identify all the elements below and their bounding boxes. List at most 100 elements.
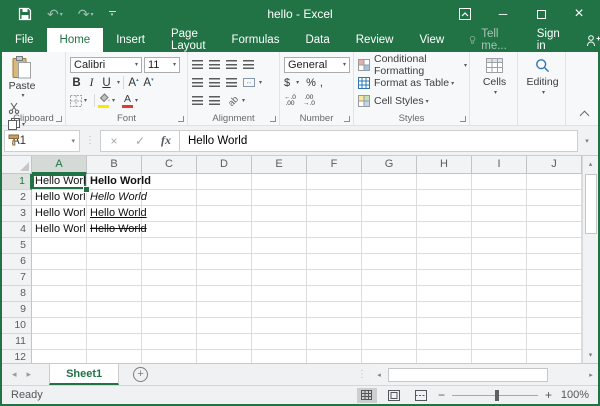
cell-E5[interactable] (252, 238, 307, 254)
increase-indent-button[interactable] (209, 96, 220, 105)
middle-align-button[interactable] (209, 60, 220, 69)
cell-B11[interactable] (87, 334, 142, 350)
save-icon[interactable] (18, 7, 32, 21)
cell-J6[interactable] (527, 254, 582, 270)
cell-C7[interactable] (142, 270, 197, 286)
cell-B12[interactable] (87, 350, 142, 363)
cell-E11[interactable] (252, 334, 307, 350)
cell-G10[interactable] (362, 318, 417, 334)
cell-D1[interactable] (197, 174, 252, 190)
customize-qat-button[interactable]: ▾ (109, 11, 116, 17)
cell-C2[interactable] (142, 190, 197, 206)
cell-D6[interactable] (197, 254, 252, 270)
cell-C3[interactable] (142, 206, 197, 222)
cell-C4[interactable] (142, 222, 197, 238)
cell-F5[interactable] (307, 238, 362, 254)
cell-J3[interactable] (527, 206, 582, 222)
cell-I12[interactable] (472, 350, 527, 363)
cell-J4[interactable] (527, 222, 582, 238)
increase-decimal-button[interactable]: ←.0.00 (284, 95, 296, 107)
row-header-2[interactable]: 2 (2, 190, 32, 206)
cell-G7[interactable] (362, 270, 417, 286)
expand-formula-bar-chevron[interactable]: ▾ (578, 137, 596, 145)
alignment-dialog-launcher[interactable] (270, 116, 276, 122)
column-header-I[interactable]: I (472, 156, 527, 174)
column-header-H[interactable]: H (417, 156, 472, 174)
cell-F7[interactable] (307, 270, 362, 286)
tab-page-layout[interactable]: Page Layout (158, 28, 219, 52)
cell-E3[interactable] (252, 206, 307, 222)
minimize-button[interactable]: ─ (484, 0, 522, 28)
cell-H3[interactable] (417, 206, 472, 222)
cell-I6[interactable] (472, 254, 527, 270)
cell-B8[interactable] (87, 286, 142, 302)
cell-F10[interactable] (307, 318, 362, 334)
cell-J12[interactable] (527, 350, 582, 363)
cell-G3[interactable] (362, 206, 417, 222)
cell-A4[interactable]: Hello World (32, 222, 87, 238)
cell-H10[interactable] (417, 318, 472, 334)
select-all-corner[interactable] (2, 156, 32, 174)
cell-F3[interactable] (307, 206, 362, 222)
row-header-9[interactable]: 9 (2, 302, 32, 318)
enter-button[interactable]: ✓ (127, 134, 153, 148)
merge-center-button[interactable]: ↔ (243, 78, 255, 87)
zoom-out-button[interactable]: − (438, 388, 445, 402)
cell-E6[interactable] (252, 254, 307, 270)
row-header-4[interactable]: 4 (2, 222, 32, 238)
undo-button[interactable]: ↶▾ (47, 7, 63, 21)
cell-F11[interactable] (307, 334, 362, 350)
cell-I5[interactable] (472, 238, 527, 254)
decrease-indent-button[interactable] (192, 96, 203, 105)
cell-B9[interactable] (87, 302, 142, 318)
cell-E9[interactable] (252, 302, 307, 318)
shrink-font-button[interactable]: A▾ (142, 77, 155, 89)
cell-C1[interactable] (142, 174, 197, 190)
cell-G9[interactable] (362, 302, 417, 318)
cell-H8[interactable] (417, 286, 472, 302)
row-header-12[interactable]: 12 (2, 350, 32, 363)
cell-E8[interactable] (252, 286, 307, 302)
editing-button[interactable]: Editing ▾ (522, 56, 563, 96)
cell-A9[interactable] (32, 302, 87, 318)
wrap-text-button[interactable] (243, 60, 254, 69)
normal-view-button[interactable] (357, 388, 377, 403)
cell-G2[interactable] (362, 190, 417, 206)
ribbon-display-options-icon[interactable] (446, 0, 484, 28)
format-painter-button[interactable] (8, 133, 32, 147)
bottom-align-button[interactable] (226, 60, 237, 69)
column-header-C[interactable]: C (142, 156, 197, 174)
merge-center-dropdown[interactable]: ▾ (259, 79, 262, 86)
collapse-ribbon-chevron[interactable] (580, 111, 590, 121)
italic-button[interactable]: I (85, 77, 98, 89)
cell-F2[interactable] (307, 190, 362, 206)
cell-D9[interactable] (197, 302, 252, 318)
cell-I2[interactable] (472, 190, 527, 206)
fill-color-button[interactable] (98, 93, 110, 108)
scroll-left-arrow[interactable]: ◂ (372, 367, 386, 383)
cell-C8[interactable] (142, 286, 197, 302)
tab-review[interactable]: Review (343, 28, 407, 52)
font-size-combo[interactable]: 11▾ (144, 57, 180, 73)
row-header-7[interactable]: 7 (2, 270, 32, 286)
zoom-slider-thumb[interactable] (495, 390, 499, 401)
cell-H9[interactable] (417, 302, 472, 318)
redo-button[interactable]: ↷▾ (78, 7, 94, 21)
cell-G8[interactable] (362, 286, 417, 302)
cell-B7[interactable] (87, 270, 142, 286)
column-header-A[interactable]: A (32, 156, 87, 174)
cell-G1[interactable] (362, 174, 417, 190)
cell-A6[interactable] (32, 254, 87, 270)
cell-I7[interactable] (472, 270, 527, 286)
cell-A10[interactable] (32, 318, 87, 334)
cell-styles-button[interactable]: Cell Styles▾ (358, 92, 467, 110)
cell-E1[interactable] (252, 174, 307, 190)
cell-J2[interactable] (527, 190, 582, 206)
cell-D5[interactable] (197, 238, 252, 254)
cell-I11[interactable] (472, 334, 527, 350)
cell-J8[interactable] (527, 286, 582, 302)
underline-button[interactable]: U (100, 77, 113, 89)
cell-B1[interactable]: Hello World (87, 174, 142, 190)
cell-H5[interactable] (417, 238, 472, 254)
align-right-button[interactable] (226, 78, 237, 87)
